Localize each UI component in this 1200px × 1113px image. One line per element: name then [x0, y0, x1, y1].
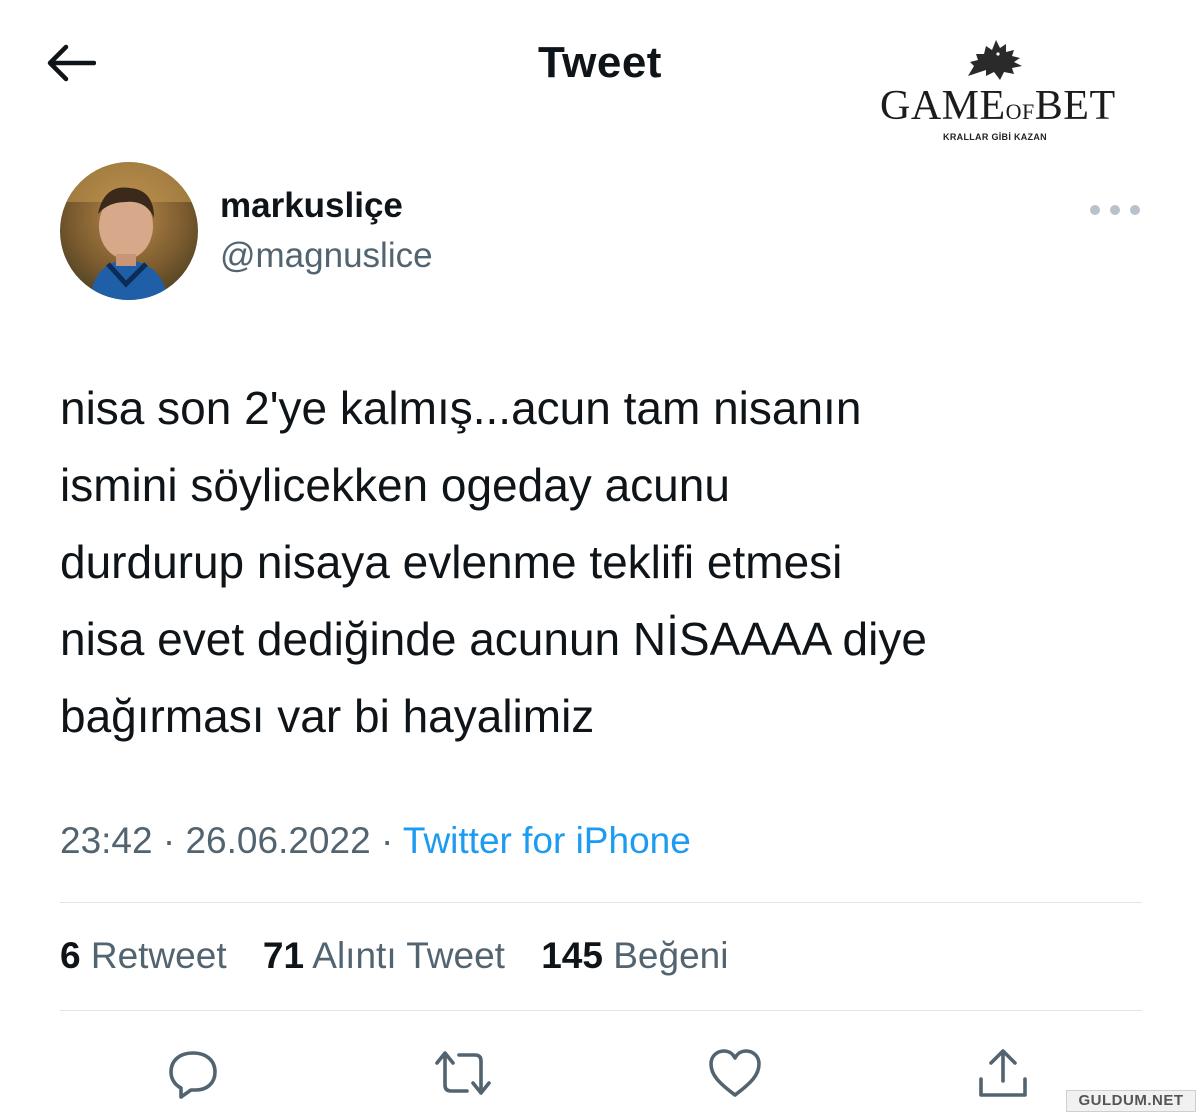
meta-separator: ·: [370, 820, 403, 861]
retweets-stat[interactable]: 6 Retweet: [60, 935, 227, 976]
tweet-metadata: 23:42 · 26.06.2022 · Twitter for iPhone: [60, 820, 691, 862]
share-button[interactable]: [968, 1038, 1038, 1108]
more-horizontal-icon: [1090, 205, 1100, 215]
tweet-source[interactable]: Twitter for iPhone: [403, 820, 691, 861]
tweet-stats: 6 Retweet 71 Alıntı Tweet 145 Beğeni: [60, 935, 754, 977]
meta-separator: ·: [152, 820, 186, 861]
likes-stat[interactable]: 145 Beğeni: [541, 935, 728, 976]
quotes-stat[interactable]: 71 Alıntı Tweet: [263, 935, 505, 976]
action-bar: [0, 1038, 1200, 1108]
wolf-sigil-icon: [968, 40, 1022, 80]
logo-wordmark: GAMEOFBET: [880, 83, 1116, 129]
retweet-button[interactable]: [428, 1038, 498, 1108]
tweet-date[interactable]: 26.06.2022: [185, 820, 370, 861]
avatar[interactable]: [60, 162, 198, 300]
reply-button[interactable]: [158, 1038, 228, 1108]
logo-tagline: KRALLAR GİBİ KAZAN: [943, 132, 1047, 142]
profile-photo: [60, 162, 198, 300]
game-of-bet-logo: GAMEOFBET KRALLAR GİBİ KAZAN: [880, 36, 1116, 148]
like-button[interactable]: [700, 1038, 770, 1108]
heart-icon: [709, 1049, 761, 1097]
user-handle[interactable]: @magnuslice: [220, 236, 433, 276]
display-name[interactable]: markusliçe: [220, 186, 403, 226]
share-icon: [979, 1049, 1027, 1097]
retweet-icon: [435, 1051, 491, 1095]
more-options-button[interactable]: [1090, 198, 1140, 222]
divider: [60, 902, 1142, 903]
tweet-time[interactable]: 23:42: [60, 820, 153, 861]
tweet-text: nisa son 2'ye kalmış...acun tam nisanın …: [60, 382, 927, 742]
site-watermark: GULDUM.NET: [1066, 1090, 1196, 1112]
divider: [60, 1010, 1142, 1011]
reply-icon: [169, 1051, 217, 1099]
